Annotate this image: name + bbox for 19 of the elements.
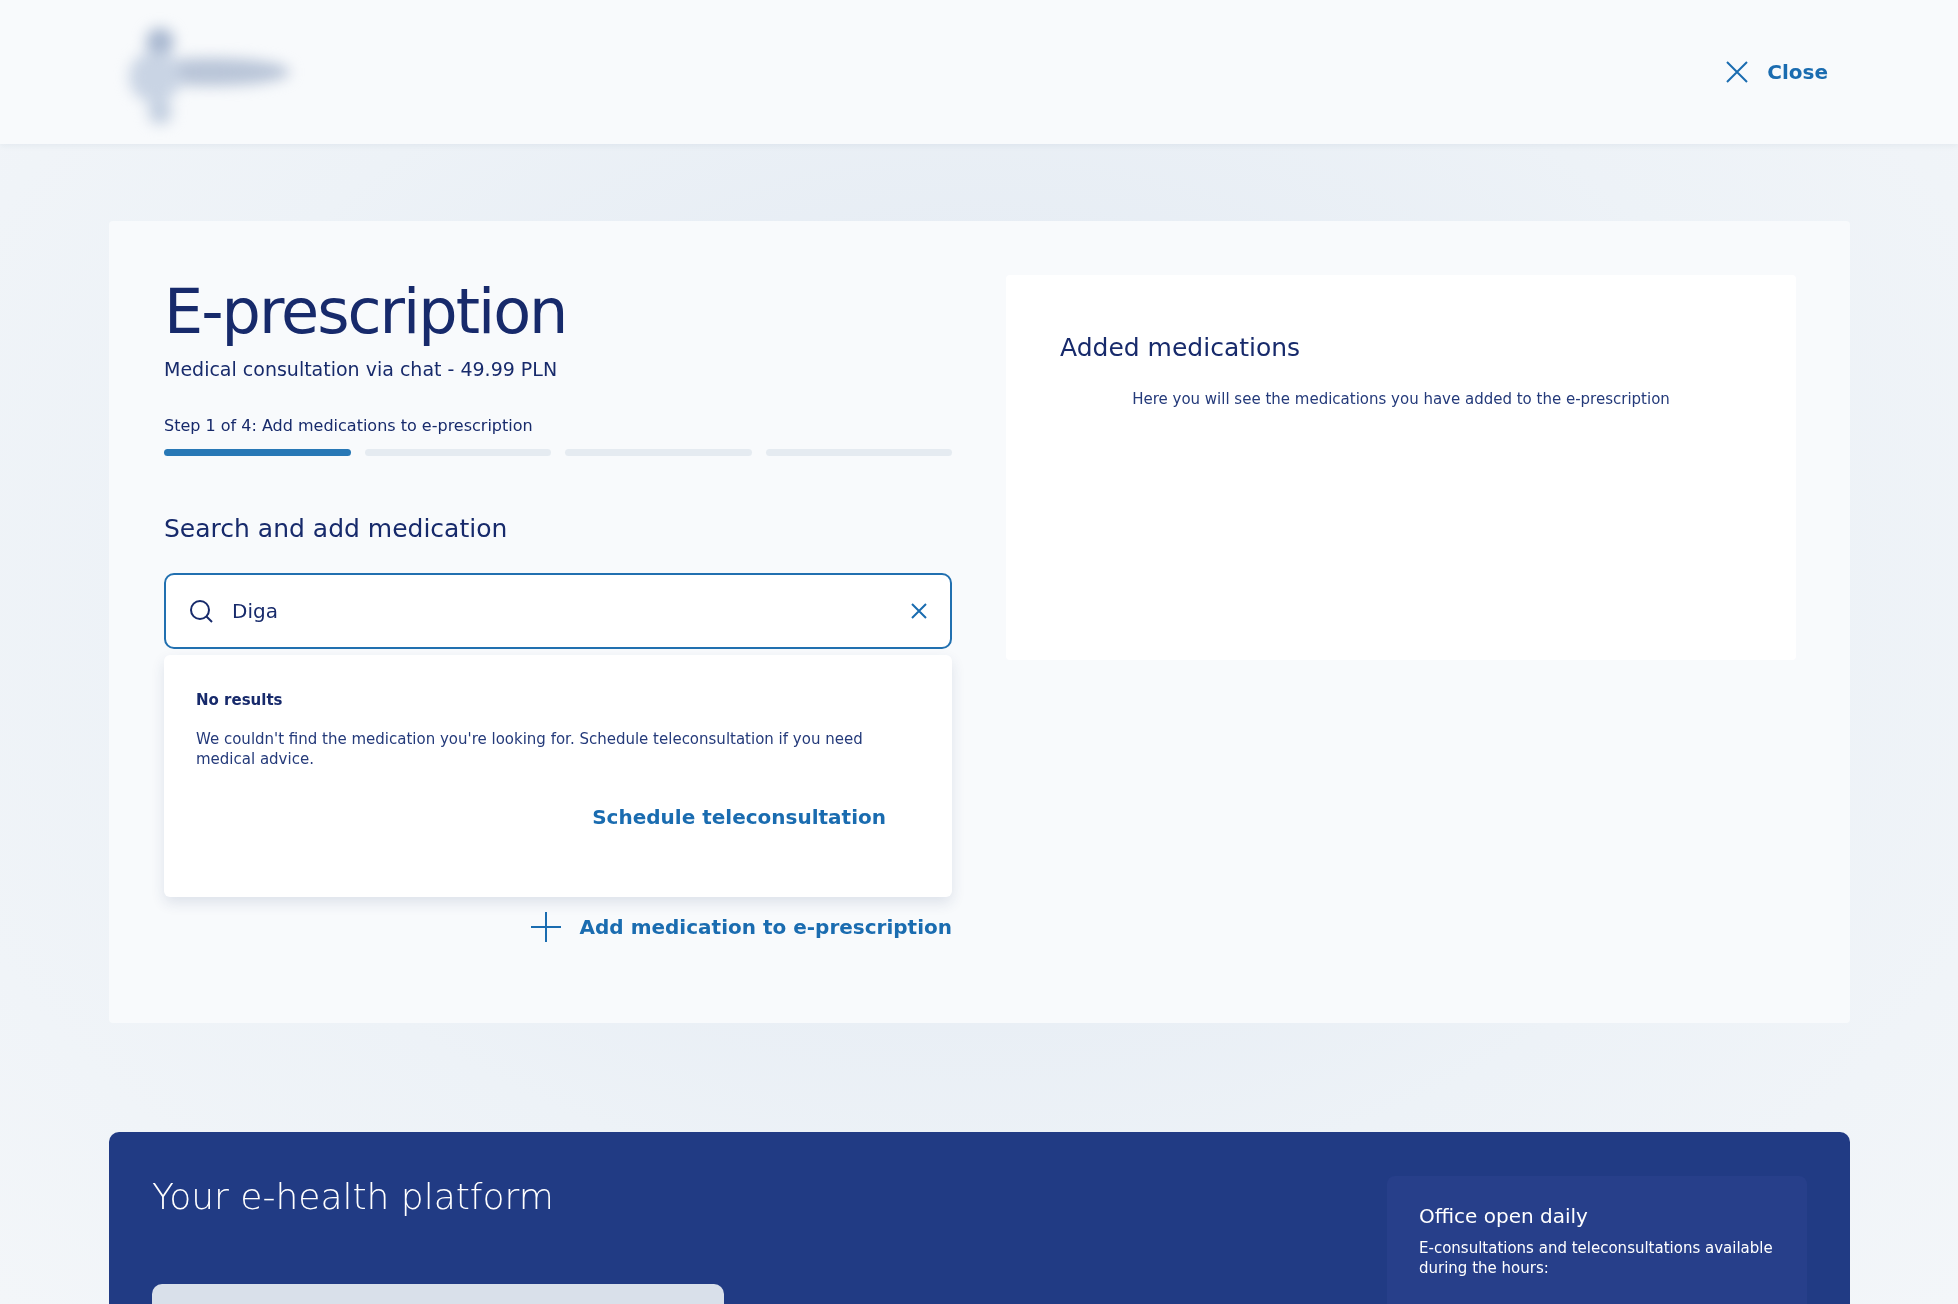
plus-icon [529, 911, 562, 943]
add-medication-button[interactable]: Add medication to e-prescription [529, 911, 952, 943]
schedule-link[interactable]: Schedule teleconsultation [592, 805, 886, 829]
search-field[interactable]: Diga [164, 573, 952, 649]
close-icon [1725, 60, 1750, 84]
clear-icon[interactable] [910, 602, 928, 620]
no-results-title: No results [196, 691, 284, 709]
no-results-message: We couldn't find the medication you're looking for. Schedule teleconsultation if you need medical advice. [196, 729, 864, 769]
section-title: Search and add medication [164, 514, 509, 543]
footer-title: Your e-health platform [152, 1176, 555, 1217]
search-icon [188, 598, 214, 624]
empty-message: Here you will see the medications you have added to the e-prescription [1131, 390, 1671, 408]
office-text: E-consultations and teleconsultations available during the hours: [1419, 1238, 1774, 1278]
office-title: Office open daily [1419, 1204, 1589, 1228]
page-title: E-prescription [164, 275, 568, 348]
step-label: Step 1 of 4: Add medications to e-prescription [164, 416, 534, 435]
panel-title: Added medications [1060, 333, 1302, 362]
subtitle: Medical consultation via chat - 49.99 PLN [164, 358, 559, 380]
close-button[interactable]: Close [1725, 60, 1828, 84]
